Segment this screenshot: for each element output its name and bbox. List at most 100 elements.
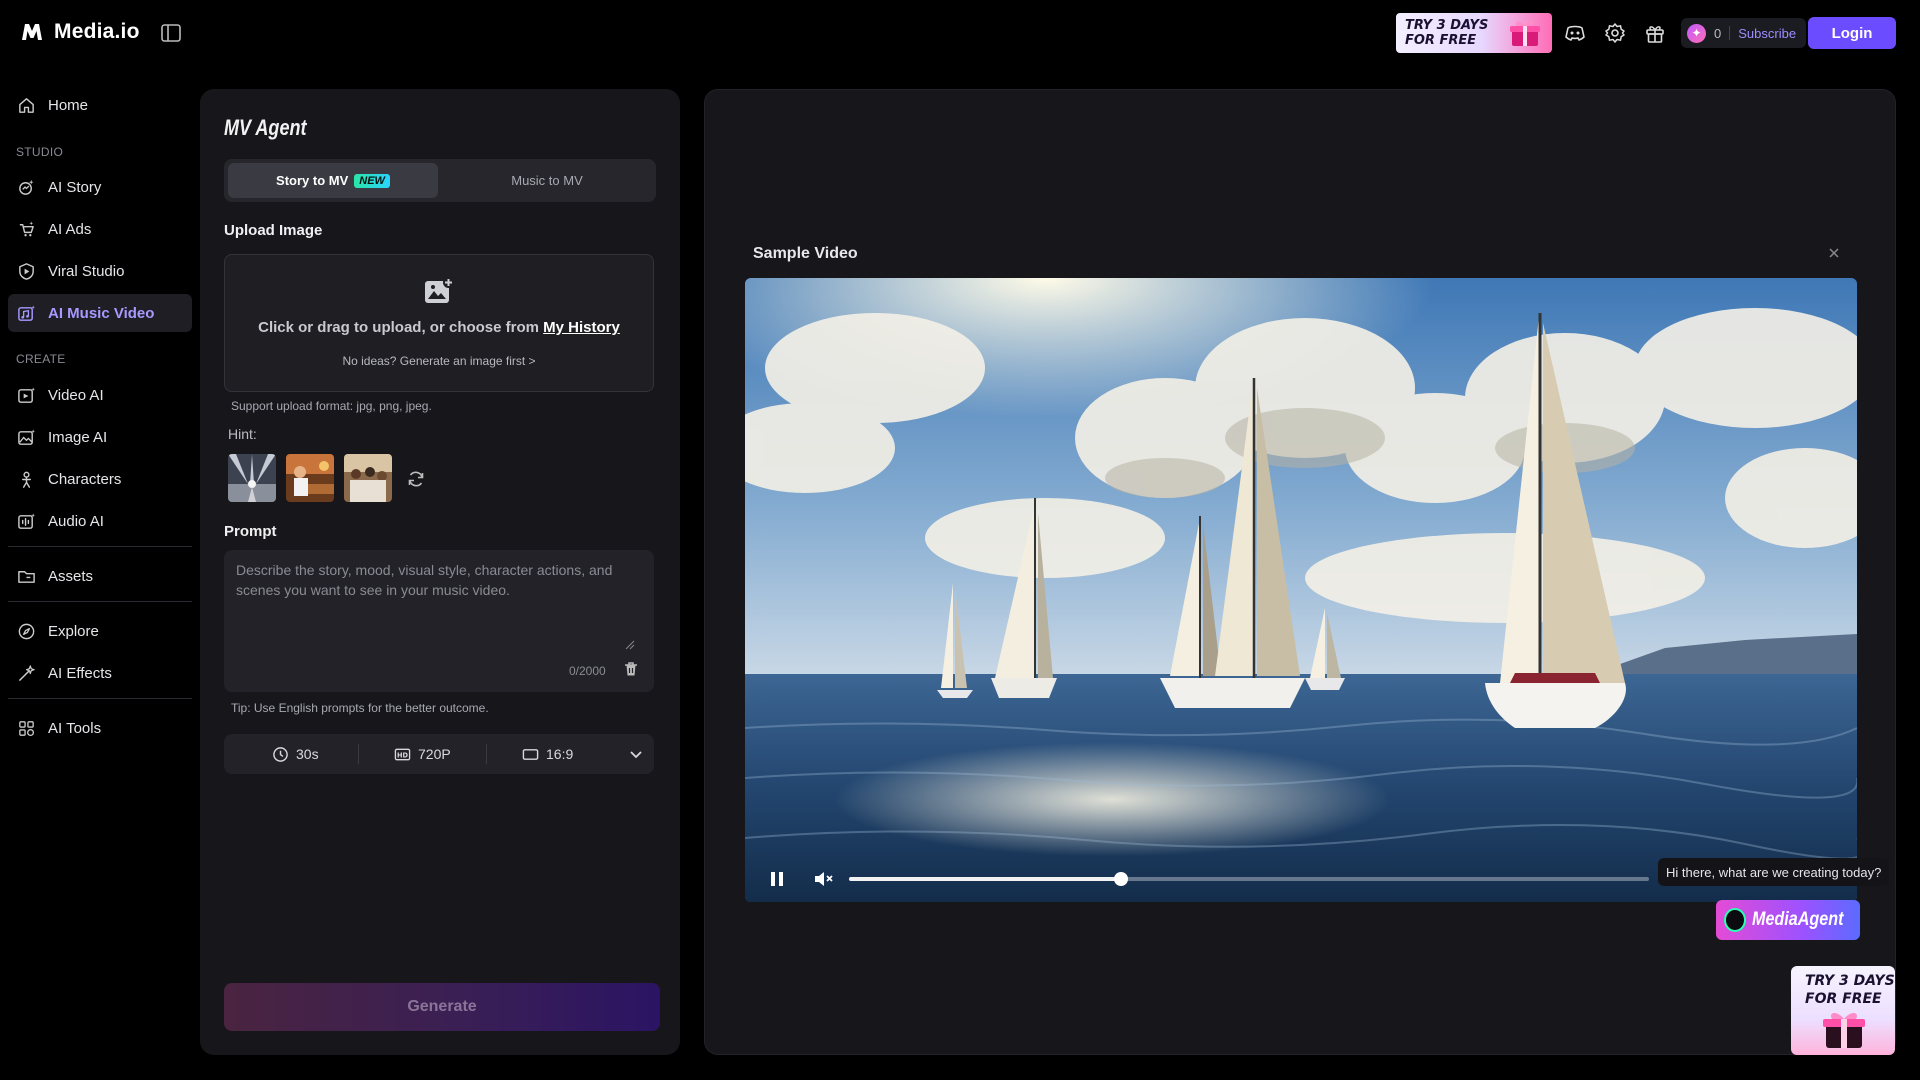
sample-video-title: Sample Video <box>753 245 858 262</box>
mute-icon[interactable] <box>812 868 834 890</box>
generate-button[interactable]: Generate <box>224 983 660 1031</box>
audio-ai-icon <box>18 512 36 529</box>
hint-label: Hint: <box>228 426 257 442</box>
tools-grid-icon <box>19 720 35 736</box>
option-divider <box>486 744 487 764</box>
media-agent-icon <box>1724 908 1747 932</box>
sidebar-item-home[interactable]: Home <box>8 86 192 124</box>
new-badge: NEW <box>354 173 390 188</box>
settings-gear-icon[interactable] <box>1604 22 1626 44</box>
sidebar-divider <box>8 546 192 547</box>
chevron-down-icon[interactable] <box>628 746 644 762</box>
free-trial-promo-banner[interactable]: TRY 3 DAYS FOR FREE <box>1396 13 1552 53</box>
prompt-placeholder: Describe the story, mood, visual style, … <box>236 562 613 598</box>
resize-grip-icon[interactable] <box>625 640 635 650</box>
sidebar-item-viral-studio[interactable]: Viral Studio <box>8 252 192 290</box>
progress-handle[interactable] <box>1114 872 1128 886</box>
tab-story-to-mv[interactable]: Story to MV NEW <box>228 163 438 198</box>
hint-thumbnail[interactable] <box>344 454 392 502</box>
sample-video-player[interactable] <box>745 278 1857 902</box>
app-logo[interactable]: Media.io <box>20 20 140 44</box>
hint-image-warm <box>286 454 334 502</box>
progress-fill <box>849 877 1121 881</box>
sidebar-item-ai-tools[interactable]: AI Tools <box>8 709 192 747</box>
credits-count: 0 <box>1714 25 1722 41</box>
sidebar-item-label: AI Effects <box>48 664 112 682</box>
duration-option[interactable]: 30s <box>272 734 319 774</box>
prompt-tip: Tip: Use English prompts for the better … <box>231 701 489 715</box>
close-icon[interactable] <box>1827 246 1841 260</box>
sidebar-item-characters[interactable]: Characters <box>8 460 192 498</box>
media-agent-button[interactable]: MediaAgent <box>1716 900 1860 940</box>
character-counter: 0/2000 <box>569 664 606 678</box>
free-trial-corner-promo[interactable]: TRY 3 DAYS FOR FREE <box>1791 966 1895 1055</box>
hint-thumbnail[interactable] <box>286 454 334 502</box>
generation-options-bar[interactable]: 30s HD 720P 16:9 <box>224 734 654 774</box>
generate-image-link[interactable]: No ideas? Generate an image first > <box>225 354 653 368</box>
sidebar-item-ai-effects[interactable]: AI Effects <box>8 654 192 692</box>
prompt-textarea[interactable]: Describe the story, mood, visual style, … <box>224 550 654 692</box>
sidebar-item-label: AI Story <box>48 178 102 196</box>
add-image-icon <box>425 277 454 303</box>
upload-format-note: Support upload format: jpg, png, jpeg. <box>231 399 432 413</box>
sidebar-item-label: Characters <box>48 470 122 488</box>
sidebar-item-video-ai[interactable]: Video AI <box>8 376 192 414</box>
sidebar-item-audio-ai[interactable]: Audio AI <box>8 502 192 540</box>
sidebar-item-ai-ads[interactable]: AI Ads <box>8 210 192 248</box>
image-upload-dropzone[interactable]: Click or drag to upload, or choose from … <box>224 254 654 392</box>
subscribe-link[interactable]: Subscribe <box>1738 26 1796 41</box>
svg-text:HD: HD <box>397 751 409 759</box>
sidebar-item-ai-story[interactable]: AI Story <box>8 168 192 206</box>
credits-icon: ✦ <box>1687 23 1706 43</box>
sidebar-item-label: Explore <box>48 622 99 640</box>
promo-corner-text: TRY 3 DAYS FOR FREE <box>1805 973 1895 1007</box>
trash-icon[interactable] <box>623 661 639 677</box>
app-name: Media.io <box>54 20 140 43</box>
sidebar-item-label: AI Tools <box>48 719 102 737</box>
gift-box-icon <box>1510 21 1540 46</box>
video-progress-bar[interactable] <box>849 872 1649 886</box>
gift-icon[interactable] <box>1644 22 1666 44</box>
divider <box>1729 26 1731 40</box>
tab-music-to-mv[interactable]: Music to MV <box>442 163 652 198</box>
ai-music-video-icon <box>18 304 36 321</box>
aspect-ratio-value: 16:9 <box>546 746 574 762</box>
aspect-ratio-option[interactable]: 16:9 <box>522 734 573 774</box>
sidebar-item-image-ai[interactable]: Image AI <box>8 418 192 456</box>
ai-story-icon <box>19 179 34 195</box>
mv-agent-panel: MV Agent Story to MV NEW Music to MV Upl… <box>200 89 680 1055</box>
pause-icon[interactable] <box>768 870 786 888</box>
compass-icon <box>18 623 35 639</box>
create-section-header: CREATE <box>16 352 66 366</box>
login-button[interactable]: Login <box>1808 17 1896 49</box>
sidebar-item-label: Image AI <box>48 428 108 446</box>
sidebar-item-label: Audio AI <box>48 512 104 530</box>
sidebar-item-label: AI Music Video <box>48 304 155 322</box>
hint-thumbnail[interactable] <box>228 454 276 502</box>
top-bar: Media.io TRY 3 DAYS FOR FREE ✦ 0 Subscri… <box>0 0 1920 66</box>
agent-greeting-bubble: Hi there, what are we creating today? <box>1658 858 1890 886</box>
mode-tabs: Story to MV NEW Music to MV <box>224 159 656 202</box>
prompt-label: Prompt <box>224 523 277 540</box>
sidebar-toggle-icon[interactable] <box>160 22 182 44</box>
gift-box-icon <box>1823 1012 1865 1048</box>
tab-label: Story to MV <box>276 173 349 188</box>
folder-icon <box>18 570 35 583</box>
ai-ads-icon <box>19 220 34 236</box>
resolution-option[interactable]: HD 720P <box>394 734 451 774</box>
hint-image-group <box>344 454 392 502</box>
sidebar-item-label: AI Ads <box>48 220 92 238</box>
aspect-ratio-icon <box>522 748 539 760</box>
sidebar-item-label: Home <box>48 96 89 114</box>
sidebar-item-label: Video AI <box>48 386 104 404</box>
discord-icon[interactable] <box>1564 22 1586 44</box>
duration-value: 30s <box>296 746 319 762</box>
sidebar-item-explore[interactable]: Explore <box>8 612 192 650</box>
my-history-link[interactable]: My History <box>543 319 620 336</box>
sidebar-item-assets[interactable]: Assets <box>8 557 192 595</box>
credits-subscribe-widget[interactable]: ✦ 0 Subscribe <box>1681 18 1807 48</box>
sidebar-divider <box>8 698 192 699</box>
sidebar-item-ai-music-video[interactable]: AI Music Video <box>8 294 192 332</box>
video-frame-sailboats <box>745 278 1857 902</box>
refresh-icon[interactable] <box>406 469 426 489</box>
